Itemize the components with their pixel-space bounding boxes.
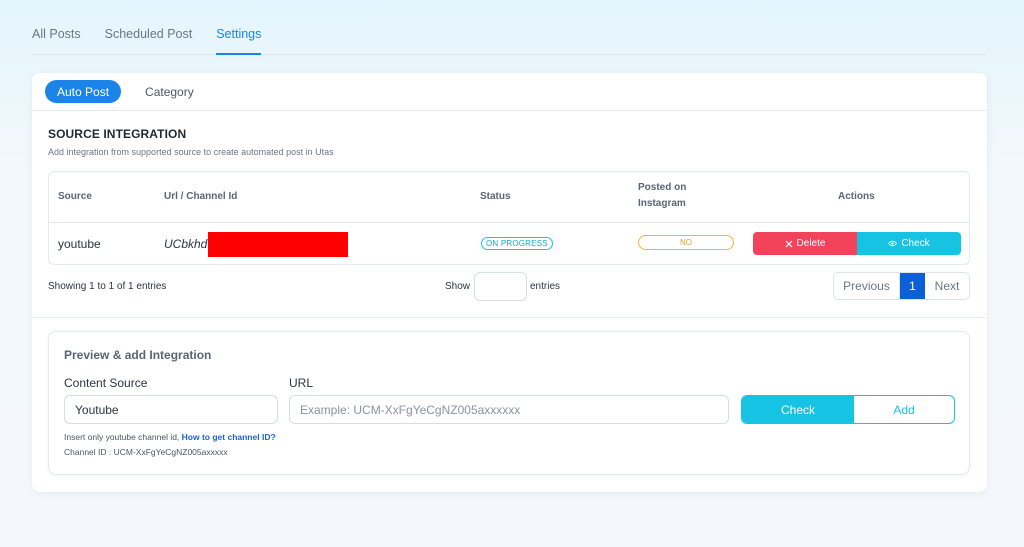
content-source-field[interactable]: Youtube bbox=[64, 395, 278, 424]
channel-hint: Insert only youtube channel id, How to g… bbox=[64, 432, 276, 442]
col-header-actions: Actions bbox=[838, 191, 875, 202]
show-label: Show bbox=[445, 281, 471, 292]
cell-url: UCbkhd bbox=[164, 237, 208, 251]
url-input[interactable]: Example: UCM-XxFgYeCgNZ005axxxxxx bbox=[289, 395, 729, 424]
close-icon bbox=[785, 240, 792, 247]
tab-auto-post[interactable]: Auto Post bbox=[45, 80, 122, 103]
check-row-button[interactable]: Check bbox=[857, 232, 961, 255]
cell-source: youtube bbox=[58, 237, 101, 251]
page-size-select[interactable] bbox=[474, 272, 527, 301]
tab-settings[interactable]: Settings bbox=[216, 27, 262, 55]
entries-info: Showing 1 to 1 of 1 entries bbox=[48, 281, 167, 292]
col-header-source: Source bbox=[58, 191, 92, 202]
section-divider bbox=[32, 317, 987, 318]
page-1-button[interactable]: 1 bbox=[900, 273, 925, 299]
section-title: SOURCE INTEGRATION bbox=[48, 127, 187, 141]
preview-add-panel: Preview & add Integration Content Source… bbox=[48, 331, 970, 475]
table-header: Source Url / Channel Id Status Posted on… bbox=[49, 172, 969, 223]
add-button[interactable]: Add bbox=[854, 396, 954, 423]
previous-page-button[interactable]: Previous bbox=[834, 273, 900, 299]
tab-scheduled-post[interactable]: Scheduled Post bbox=[105, 27, 193, 54]
posted-badge: NO bbox=[638, 235, 734, 250]
table-row: youtube UCbkhd ON PROGRESS NO Delete Che… bbox=[49, 223, 969, 264]
delete-button-label: Delete bbox=[796, 238, 826, 249]
check-row-button-label: Check bbox=[901, 238, 930, 249]
eye-icon bbox=[888, 240, 898, 247]
top-tab-bar: All Posts Scheduled Post Settings bbox=[32, 0, 987, 55]
col-header-posted-line1: Posted on bbox=[638, 182, 687, 193]
pagination: Previous 1 Next bbox=[833, 272, 970, 300]
preview-title: Preview & add Integration bbox=[64, 348, 212, 362]
content-source-value: Youtube bbox=[75, 402, 119, 417]
tab-category[interactable]: Category bbox=[133, 80, 206, 103]
col-header-posted-line2: Instagram bbox=[638, 198, 686, 209]
next-page-button[interactable]: Next bbox=[925, 273, 969, 299]
how-to-get-channel-id-link[interactable]: How to get channel ID? bbox=[182, 432, 276, 442]
section-description: Add integration from supported source to… bbox=[48, 147, 334, 157]
table-footer: Showing 1 to 1 of 1 entries Show entries… bbox=[48, 272, 970, 302]
settings-card: Auto Post Category SOURCE INTEGRATION Ad… bbox=[32, 73, 987, 492]
url-placeholder: Example: UCM-XxFgYeCgNZ005axxxxxx bbox=[300, 402, 521, 417]
source-integration-header: SOURCE INTEGRATION Add integration from … bbox=[48, 127, 970, 157]
entries-label: entries bbox=[530, 281, 561, 292]
channel-id-example: Channel ID : UCM-XxFgYeCgNZ005axxxxx bbox=[64, 447, 228, 457]
integration-table: Source Url / Channel Id Status Posted on… bbox=[48, 171, 970, 265]
col-header-status: Status bbox=[480, 191, 511, 202]
channel-hint-text: Insert only youtube channel id, bbox=[64, 432, 182, 442]
check-add-button-group: Check Add bbox=[741, 395, 955, 424]
sub-tab-bar: Auto Post Category bbox=[32, 73, 987, 111]
content-source-label: Content Source bbox=[64, 376, 148, 390]
col-header-url: Url / Channel Id bbox=[164, 191, 238, 202]
check-button[interactable]: Check bbox=[742, 396, 854, 423]
delete-button[interactable]: Delete bbox=[753, 232, 857, 255]
tab-all-posts[interactable]: All Posts bbox=[32, 27, 81, 54]
url-label: URL bbox=[289, 376, 314, 390]
status-badge: ON PROGRESS bbox=[481, 237, 553, 250]
redaction-block bbox=[208, 232, 348, 257]
